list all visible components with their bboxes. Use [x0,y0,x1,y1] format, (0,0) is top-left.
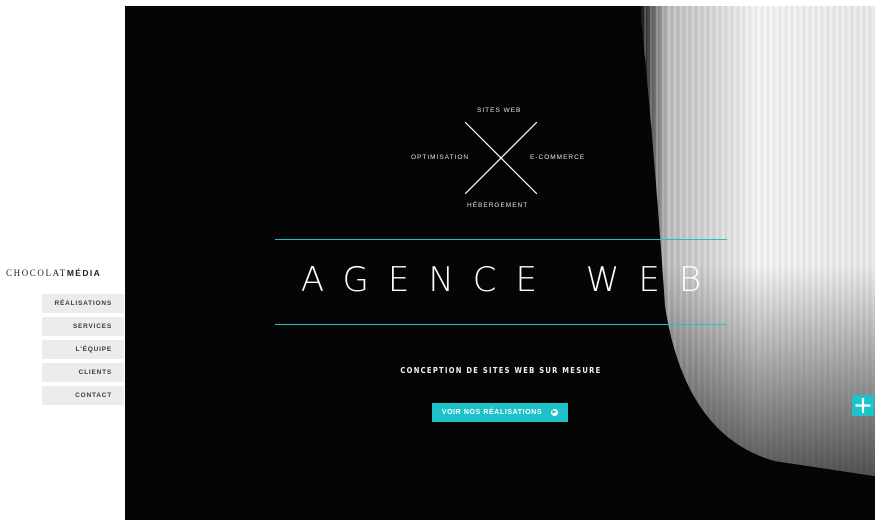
service-label-hebergement: HÉBERGEMENT [467,202,529,209]
title-bottom-rule [275,324,727,325]
hero-title: AGENCE WEB [300,260,721,300]
logo-part-2: MÉDIA [66,268,102,278]
nav-item-equipe[interactable]: L'ÉQUIPE [42,340,124,359]
hero-section: SITES WEB OPTIMISATION E-COMMERCE HÉBERG… [125,6,875,520]
view-realisations-label: VOIR NOS RÉALISATIONS [441,409,543,416]
plus-icon [855,398,871,413]
service-label-e-commerce: E-COMMERCE [530,154,586,161]
logo[interactable]: CHOCOLATMÉDIA [6,268,101,278]
nav-item-contact[interactable]: CONTACT [42,386,124,405]
main-nav: RÉALISATIONS SERVICES L'ÉQUIPE CLIENTS C… [42,294,124,409]
chevron-right-circle-icon: ▶ [551,409,559,416]
sidebar: CHOCOLATMÉDIA RÉALISATIONS SERVICES L'ÉQ… [0,0,125,520]
x-cross-icon [465,122,537,194]
nav-item-realisations[interactable]: RÉALISATIONS [42,294,124,313]
logo-part-1: CHOCOLAT [6,268,67,278]
nav-item-services[interactable]: SERVICES [42,317,124,336]
hero-subtitle: CONCEPTION DE SITES WEB SUR MESURE [400,366,602,375]
plus-button[interactable] [852,395,874,416]
service-label-optimisation: OPTIMISATION [411,154,470,161]
title-top-rule [275,239,727,240]
service-label-sites-web: SITES WEB [477,107,522,114]
view-realisations-button[interactable]: VOIR NOS RÉALISATIONS ▶ [432,403,568,422]
nav-item-clients[interactable]: CLIENTS [42,363,124,382]
